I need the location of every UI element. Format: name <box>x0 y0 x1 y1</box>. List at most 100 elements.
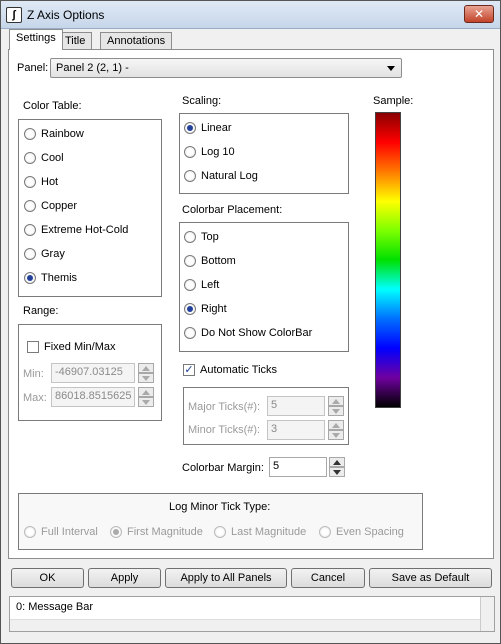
radio-label: Full Interval <box>41 526 98 538</box>
arrow-up-icon <box>138 363 154 373</box>
checkmark-icon: ✓ <box>183 364 195 376</box>
automatic-ticks-checkbox[interactable]: ✓ Automatic Ticks <box>183 363 277 377</box>
radio-even-spacing[interactable]: Even Spacing <box>319 525 404 539</box>
colorbar-margin-label: Colorbar Margin: <box>182 462 264 474</box>
radio-label: Log 10 <box>201 146 235 158</box>
vertical-scrollbar[interactable] <box>480 597 494 631</box>
radio-icon <box>24 224 36 236</box>
max-stepper[interactable] <box>138 387 154 407</box>
radio-label: Gray <box>41 248 65 260</box>
radio-label: Even Spacing <box>336 526 404 538</box>
radio-bottom[interactable]: Bottom <box>184 254 236 268</box>
radio-full-interval[interactable]: Full Interval <box>24 525 98 539</box>
radio-do-not-show-colorbar[interactable]: Do Not Show ColorBar <box>184 326 312 340</box>
arrow-down-icon <box>138 373 154 383</box>
colorbar-placement-label: Colorbar Placement: <box>182 204 283 216</box>
radio-icon <box>319 526 331 538</box>
arrow-up-icon <box>328 420 344 430</box>
range-label: Range: <box>23 305 59 317</box>
z-axis-options-window: ʃ Z Axis Options ✕ Settings Title Annota… <box>0 0 501 644</box>
arrow-up-icon <box>138 387 154 397</box>
checkbox-label: Automatic Ticks <box>200 364 278 376</box>
horizontal-scrollbar[interactable] <box>10 619 480 631</box>
panel-label: Panel: <box>17 62 49 74</box>
chevron-down-icon <box>387 66 395 71</box>
minor-ticks-field[interactable]: 3 <box>267 420 325 440</box>
arrow-down-icon <box>328 406 344 416</box>
radio-icon <box>184 170 196 182</box>
major-ticks-stepper[interactable] <box>328 396 344 416</box>
radio-hot[interactable]: Hot <box>24 175 58 189</box>
minor-ticks-label: Minor Ticks(#): <box>188 424 261 436</box>
radio-last-magnitude[interactable]: Last Magnitude <box>214 525 306 539</box>
tab-annotations[interactable]: Annotations <box>100 32 173 50</box>
radio-extreme-hot-cold[interactable]: Extreme Hot-Cold <box>24 223 128 237</box>
tab-title[interactable]: Title <box>58 32 93 50</box>
radio-label: Right <box>201 303 227 315</box>
radio-icon <box>184 327 196 339</box>
radio-icon <box>184 255 196 267</box>
radio-selected-icon <box>110 526 122 538</box>
sample-label: Sample: <box>373 95 414 107</box>
radio-right[interactable]: Right <box>184 302 227 316</box>
radio-log-10[interactable]: Log 10 <box>184 145 235 159</box>
scaling-label: Scaling: <box>182 95 222 107</box>
checkbox-icon <box>27 341 39 353</box>
min-field[interactable]: -46907.03125 <box>51 363 135 383</box>
radio-copper[interactable]: Copper <box>24 199 77 213</box>
color-table-label: Color Table: <box>23 100 82 112</box>
colorbar-margin-field[interactable]: 5 <box>269 457 327 477</box>
major-ticks-field[interactable]: 5 <box>267 396 325 416</box>
log-minor-tick-label: Log Minor Tick Type: <box>169 501 271 513</box>
app-icon: ʃ <box>6 7 22 23</box>
ok-button[interactable]: OK <box>11 568 84 588</box>
radio-left[interactable]: Left <box>184 278 219 292</box>
radio-label: Natural Log <box>201 170 258 182</box>
radio-label: Copper <box>41 200 78 212</box>
apply-all-panels-button[interactable]: Apply to All Panels <box>165 568 287 588</box>
radio-selected-icon <box>184 303 196 315</box>
radio-label: First Magnitude <box>127 526 203 538</box>
arrow-down-icon <box>328 430 344 440</box>
radio-icon <box>214 526 226 538</box>
radio-top[interactable]: Top <box>184 230 219 244</box>
min-stepper[interactable] <box>138 363 154 383</box>
radio-label: Themis <box>41 272 78 284</box>
colorbar-margin-stepper[interactable] <box>329 457 345 477</box>
radio-first-magnitude[interactable]: First Magnitude <box>110 525 203 539</box>
minor-ticks-stepper[interactable] <box>328 420 344 440</box>
panel-select-value: Panel 2 (2, 1) - <box>56 62 129 74</box>
radio-icon <box>184 279 196 291</box>
radio-gray[interactable]: Gray <box>24 247 65 261</box>
radio-icon <box>184 231 196 243</box>
radio-label: Top <box>201 231 219 243</box>
radio-cool[interactable]: Cool <box>24 151 64 165</box>
radio-label: Hot <box>41 176 59 188</box>
cancel-button[interactable]: Cancel <box>291 568 365 588</box>
arrow-up-icon <box>328 396 344 406</box>
fixed-min-max-checkbox[interactable]: Fixed Min/Max <box>27 340 116 354</box>
radio-label: Left <box>201 279 220 291</box>
close-button[interactable]: ✕ <box>464 5 494 23</box>
arrow-down-icon <box>138 397 154 407</box>
radio-themis[interactable]: Themis <box>24 271 77 285</box>
message-bar: 0: Message Bar <box>9 596 495 632</box>
radio-linear[interactable]: Linear <box>184 121 232 135</box>
apply-button[interactable]: Apply <box>88 568 161 588</box>
min-label: Min: <box>23 368 44 380</box>
arrow-up-icon <box>329 457 345 467</box>
arrow-down-icon <box>329 467 345 477</box>
radio-icon <box>24 176 36 188</box>
max-field[interactable]: 86018.8515625 <box>51 387 135 407</box>
radio-label: Linear <box>201 122 232 134</box>
tab-settings[interactable]: Settings <box>9 29 63 50</box>
max-label: Max: <box>23 392 47 404</box>
save-as-default-button[interactable]: Save as Default <box>369 568 492 588</box>
radio-label: Cool <box>41 152 64 164</box>
radio-rainbow[interactable]: Rainbow <box>24 127 84 141</box>
panel-select[interactable]: Panel 2 (2, 1) - <box>50 58 402 78</box>
radio-selected-icon <box>24 272 36 284</box>
title-bar: ʃ Z Axis Options ✕ <box>1 1 500 29</box>
radio-natural-log[interactable]: Natural Log <box>184 169 258 183</box>
radio-icon <box>24 248 36 260</box>
